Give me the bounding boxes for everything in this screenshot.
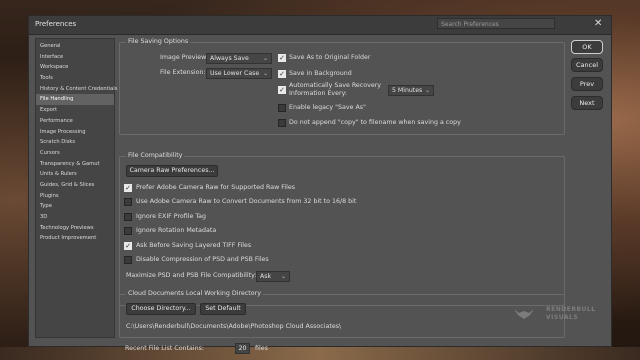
- sidebar-item-export[interactable]: Export: [36, 105, 114, 116]
- save-in-background-label: Save in Background: [289, 70, 352, 77]
- watermark-line1: RENDERBULL: [546, 306, 596, 313]
- recent-files-label: Recent File List Contains:: [125, 345, 205, 352]
- save-as-original-checkbox[interactable]: ✓: [278, 54, 286, 62]
- sidebar-item-product-improvement[interactable]: Product Improvement: [36, 233, 114, 244]
- disable-compression-checkbox[interactable]: [124, 256, 132, 264]
- watermark-logo: RENDERBULL VISUALS: [510, 305, 595, 323]
- no-copy-checkbox[interactable]: [278, 119, 286, 127]
- sidebar-item-general[interactable]: General: [36, 41, 114, 52]
- ignore-rotation-checkbox[interactable]: [124, 227, 132, 235]
- cancel-button[interactable]: Cancel: [571, 58, 603, 72]
- file-saving-title: File Saving Options: [126, 38, 191, 45]
- maximize-compat-value: Ask: [260, 273, 272, 280]
- sidebar-item-image-processing[interactable]: Image Processing: [36, 127, 114, 138]
- file-compatibility-group: File Compatibility Camera Raw Preference…: [119, 152, 565, 306]
- preferences-dialog: Preferences Search Preferences ✕ General…: [28, 15, 612, 354]
- sidebar-item-guides[interactable]: Guides, Grid & Slices: [36, 180, 114, 191]
- prefer-acr-label: Prefer Adobe Camera Raw for Supported Ra…: [136, 184, 296, 191]
- save-as-original-label: Save As to Original Folder: [289, 54, 371, 61]
- sidebar-item-file-handling[interactable]: File Handling: [36, 94, 114, 106]
- sidebar-item-performance[interactable]: Performance: [36, 116, 114, 127]
- sidebar-item-interface[interactable]: Interface: [36, 52, 114, 63]
- file-extension-select[interactable]: Use Lower Case ⌄: [206, 68, 272, 79]
- close-icon[interactable]: ✕: [594, 18, 602, 30]
- no-copy-label: Do not append "copy" to filename when sa…: [289, 119, 461, 126]
- sidebar-item-cursors[interactable]: Cursors: [36, 148, 114, 159]
- disable-compression-label: Disable Compression of PSD and PSB Files: [136, 256, 269, 263]
- sidebar-item-technology-previews[interactable]: Technology Previews: [36, 223, 114, 234]
- file-compatibility-title: File Compatibility: [126, 152, 185, 159]
- ask-tiff-label: Ask Before Saving Layered TIFF Files: [136, 242, 252, 249]
- background-bottom-strip: [0, 347, 640, 360]
- sidebar-item-scratch-disks[interactable]: Scratch Disks: [36, 137, 114, 148]
- acr-convert-checkbox[interactable]: [124, 198, 132, 206]
- watermark-line2: VISUALS: [546, 314, 579, 321]
- title-bar: Preferences Search Preferences ✕: [29, 16, 611, 35]
- maximize-compat-select[interactable]: Ask ⌄: [256, 271, 290, 282]
- file-extension-label: File Extension:: [160, 69, 206, 76]
- next-button[interactable]: Next: [571, 96, 603, 110]
- ignore-rotation-label: Ignore Rotation Metadata: [136, 227, 217, 234]
- legacy-save-as-checkbox[interactable]: [278, 104, 286, 112]
- sidebar-item-plugins[interactable]: Plugins: [36, 191, 114, 202]
- chevron-down-icon: ⌄: [262, 70, 268, 77]
- recent-files-input[interactable]: 20: [235, 343, 250, 354]
- image-previews-value: Always Save: [210, 55, 249, 62]
- prev-button[interactable]: Prev: [571, 77, 603, 91]
- save-in-background-checkbox[interactable]: ✓: [278, 70, 286, 78]
- bull-logo-icon: [514, 309, 534, 319]
- auto-save-interval-value: 5 Minutes: [392, 87, 423, 94]
- sidebar-item-history[interactable]: History & Content Credentials: [36, 84, 117, 95]
- prefer-acr-checkbox[interactable]: ✓: [124, 184, 132, 192]
- cloud-directory-path: C:\Users\Renderbull\Documents\Adobe\Phot…: [126, 323, 342, 330]
- choose-directory-button[interactable]: Choose Directory...: [126, 303, 196, 315]
- auto-save-label-line2: Information Every:: [289, 90, 348, 97]
- set-default-button[interactable]: Set Default: [200, 303, 246, 315]
- cloud-documents-group: Cloud Documents Local Working Directory …: [119, 290, 565, 338]
- sidebar-item-transparency[interactable]: Transparency & Gamut: [36, 159, 114, 170]
- sidebar-item-type[interactable]: Type: [36, 201, 114, 212]
- sidebar-item-3d[interactable]: 3D: [36, 212, 114, 223]
- auto-save-checkbox[interactable]: ✓: [278, 86, 286, 94]
- maximize-compat-label: Maximize PSD and PSB File Compatibility:: [126, 272, 257, 279]
- ignore-exif-checkbox[interactable]: [124, 213, 132, 221]
- ask-tiff-checkbox[interactable]: ✓: [124, 242, 132, 250]
- auto-save-label-line1: Automatically Save Recovery: [289, 82, 382, 89]
- sidebar-item-units[interactable]: Units & Rulers: [36, 169, 114, 180]
- file-saving-group: File Saving Options Image Previews: Alwa…: [119, 38, 565, 135]
- image-previews-select[interactable]: Always Save ⌄: [206, 53, 272, 64]
- chevron-down-icon: ⌄: [280, 273, 286, 280]
- sidebar-item-workspace[interactable]: Workspace: [36, 62, 114, 73]
- sidebar-item-tools[interactable]: Tools: [36, 73, 114, 84]
- auto-save-interval-select[interactable]: 5 Minutes ⌄: [388, 85, 434, 96]
- legacy-save-as-label: Enable legacy "Save As": [289, 104, 366, 111]
- ok-button[interactable]: OK: [571, 40, 603, 54]
- acr-convert-label: Use Adobe Camera Raw to Convert Document…: [136, 198, 357, 205]
- image-previews-label: Image Previews:: [160, 54, 212, 61]
- search-preferences-input[interactable]: Search Preferences: [437, 18, 555, 29]
- ignore-exif-label: Ignore EXIF Profile Tag: [136, 213, 207, 220]
- chevron-down-icon: ⌄: [424, 87, 430, 94]
- file-extension-value: Use Lower Case: [210, 70, 260, 77]
- chevron-down-icon: ⌄: [262, 55, 268, 62]
- cloud-documents-title: Cloud Documents Local Working Directory: [126, 290, 263, 297]
- camera-raw-preferences-button[interactable]: Camera Raw Preferences...: [126, 165, 218, 177]
- sidebar: General Interface Workspace Tools Histor…: [35, 38, 117, 338]
- recent-files-suffix: files: [255, 345, 268, 352]
- dialog-title: Preferences: [35, 20, 77, 28]
